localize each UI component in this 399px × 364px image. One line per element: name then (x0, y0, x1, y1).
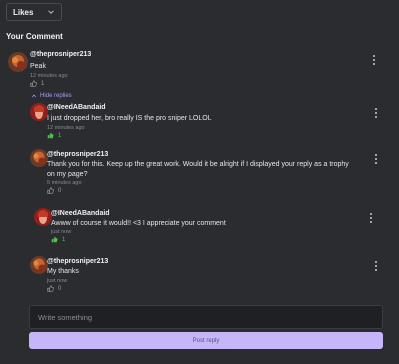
like-button[interactable]: 0 (47, 187, 61, 194)
chevron-down-icon (48, 10, 54, 14)
comment-author[interactable]: @theprosniper213 (30, 51, 91, 58)
like-count: 0 (58, 187, 62, 194)
comment-time: 12 minutes ago (30, 73, 68, 79)
chevron-up-icon (31, 94, 37, 98)
reply-input[interactable]: Write something (29, 305, 383, 329)
sort-dropdown-label: Likes (13, 7, 34, 17)
thumbs-up-icon (51, 236, 58, 243)
sort-dropdown[interactable]: Likes (6, 3, 62, 21)
hide-replies-toggle[interactable]: Hide replies (31, 93, 72, 99)
like-count: 0 (58, 285, 62, 292)
section-title: Your Comment (6, 32, 63, 41)
comment-text: Awww of course it would!! <3 I appreciat… (51, 220, 226, 227)
like-button[interactable]: 1 (51, 236, 65, 243)
comment-author[interactable]: @INeedABandaid (51, 210, 110, 217)
avatar[interactable] (30, 103, 48, 121)
comment-author[interactable]: @theprosniper213 (47, 151, 108, 158)
comments-panel: Likes Your Comment @theprosniper213 Peak… (0, 0, 399, 364)
hide-replies-label: Hide replies (40, 93, 72, 99)
like-button[interactable]: 1 (30, 80, 44, 87)
thumbs-up-icon (30, 80, 37, 87)
like-count: 1 (41, 80, 45, 87)
comment-time: 12 minutes ago (47, 125, 85, 131)
comment-author[interactable]: @theprosniper213 (47, 258, 108, 265)
like-button[interactable]: 0 (47, 285, 61, 292)
avatar[interactable] (30, 149, 48, 167)
comment-time: just now (51, 229, 72, 235)
like-button[interactable]: 1 (47, 132, 61, 139)
thumbs-up-icon (47, 132, 54, 139)
avatar[interactable] (30, 256, 48, 274)
more-options-icon[interactable] (372, 55, 376, 65)
comment-text: Thank you for this. Keep up the great wo… (47, 161, 349, 178)
more-options-icon[interactable] (374, 154, 378, 164)
avatar[interactable] (34, 208, 52, 226)
thumbs-up-icon (47, 285, 54, 292)
comment-text: Peak (30, 63, 46, 70)
avatar[interactable] (8, 52, 28, 72)
more-options-icon[interactable] (374, 261, 378, 271)
thumbs-up-icon (47, 187, 54, 194)
comment-text: My thanks (47, 268, 79, 275)
comment-time: 5 minutes ago (47, 180, 82, 186)
more-options-icon[interactable] (369, 213, 373, 223)
post-reply-button[interactable]: Post reply (29, 332, 383, 349)
like-count: 1 (62, 236, 66, 243)
reply-placeholder: Write something (38, 312, 93, 322)
comment-time: just now (47, 278, 68, 284)
comment-author[interactable]: @INeedABandaid (47, 104, 106, 111)
more-options-icon[interactable] (374, 108, 378, 118)
like-count: 1 (58, 132, 62, 139)
comment-text: I just dropped her, bro really IS the pr… (47, 115, 212, 122)
